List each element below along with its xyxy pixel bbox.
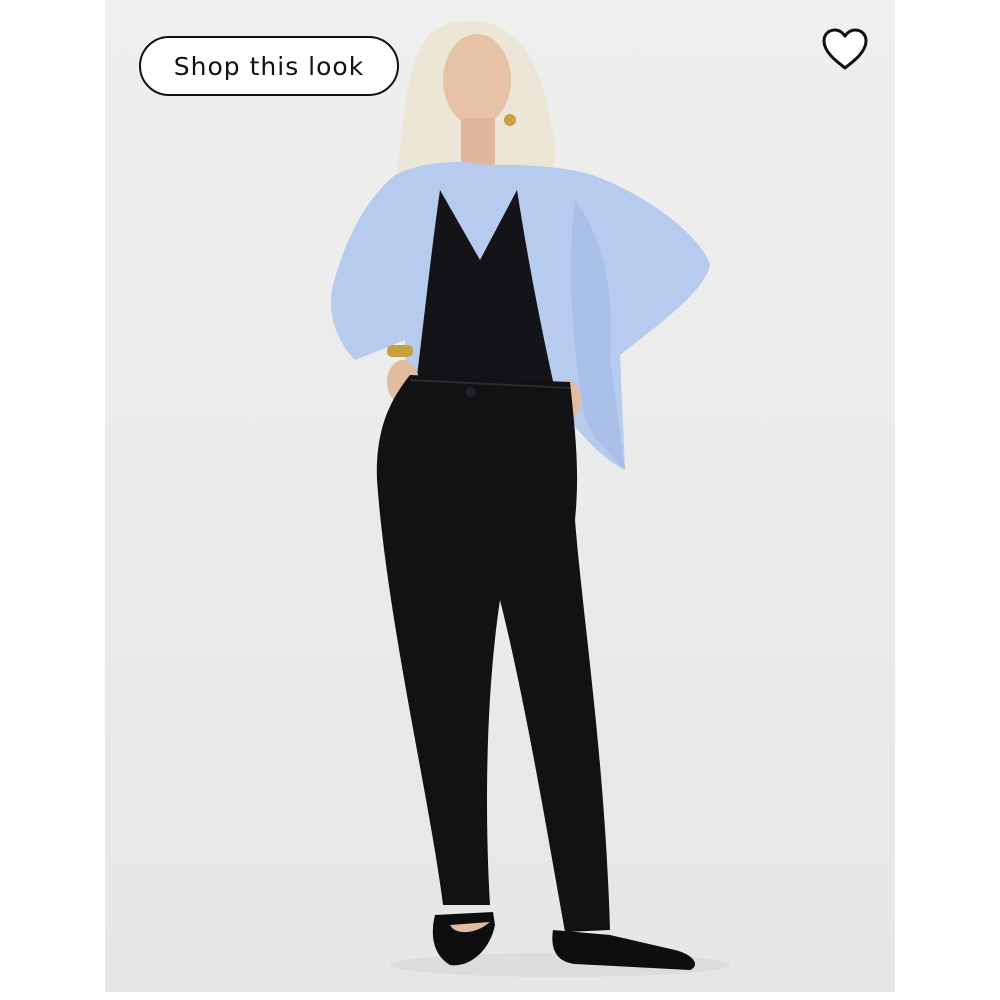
face — [443, 34, 511, 126]
neck — [461, 118, 495, 168]
bracelet — [387, 345, 413, 357]
heart-outline-icon — [822, 28, 868, 70]
pants-button — [466, 387, 476, 397]
black-pants — [376, 375, 610, 932]
shop-this-look-button[interactable]: Shop this look — [139, 36, 399, 96]
product-photo — [105, 0, 895, 992]
product-page: Shop this look — [0, 0, 1000, 1000]
favorite-button[interactable] — [820, 26, 870, 72]
earring — [504, 114, 516, 126]
model-illustration — [331, 20, 730, 977]
